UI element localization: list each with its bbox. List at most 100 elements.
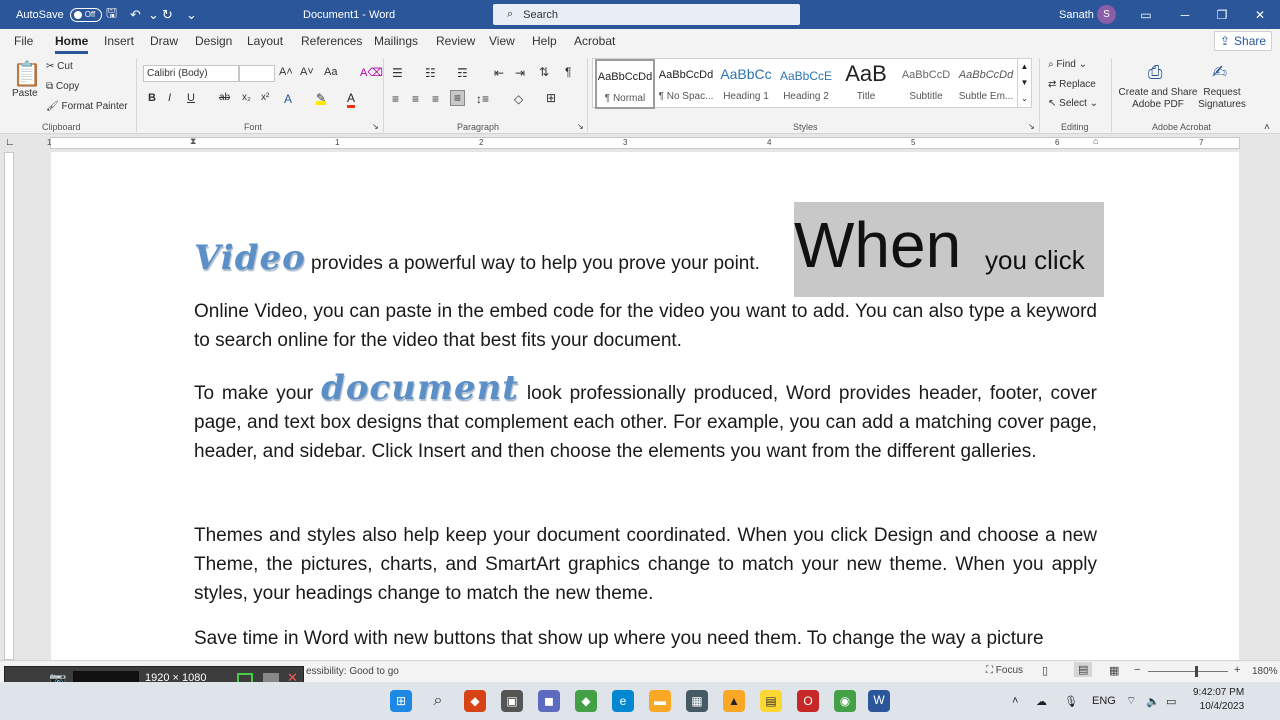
replace-button[interactable]: ⇄ Replace — [1048, 79, 1096, 90]
align-center-icon[interactable]: ≡ — [412, 92, 419, 106]
file-explorer-icon[interactable]: ▬ — [649, 690, 671, 712]
start-icon[interactable]: ⊞ — [390, 690, 412, 712]
highlight-color-icon[interactable]: ✎ — [316, 91, 327, 105]
tab-review[interactable]: Review — [436, 34, 475, 48]
wifi-icon[interactable]: ⌔ — [1126, 682, 1136, 720]
ruler-bar[interactable]: 1 1 2 3 4 5 6 7 ⧗ ⌂ — [47, 136, 1240, 149]
print-layout-icon[interactable]: ▤ — [1074, 662, 1093, 677]
wordart-video[interactable]: Video — [194, 238, 306, 278]
style-no-spacing[interactable]: AaBbCcDd ¶ No Spac... — [656, 59, 716, 109]
search-box[interactable]: ⌕ Search — [493, 4, 800, 25]
taskbar-search-icon[interactable]: ⌕ — [427, 690, 449, 712]
request-signatures-button[interactable]: Request Signatures — [1196, 87, 1248, 111]
align-right-icon[interactable]: ≡ — [432, 92, 439, 106]
font-size-combo[interactable] — [239, 65, 275, 82]
styles-scroll[interactable]: ▲ ▼ ⌄ — [1017, 59, 1031, 107]
autosave-toggle[interactable]: AutoSave Off — [16, 0, 102, 29]
italic-icon[interactable]: I — [168, 92, 171, 104]
style-subtle-emphasis[interactable]: AaBbCcDd Subtle Em... — [956, 59, 1016, 109]
opera-icon[interactable]: O — [797, 690, 819, 712]
restore-icon[interactable]: ❐ — [1204, 0, 1240, 29]
style-subtitle[interactable]: AaBbCcD Subtitle — [896, 59, 956, 109]
change-case-icon[interactable]: Aa — [324, 66, 337, 78]
right-indent-marker-icon[interactable]: ⌂ — [1093, 136, 1098, 146]
styles-dialog-launcher-icon[interactable]: ↘ — [1028, 122, 1035, 131]
style-normal[interactable]: AaBbCcDd ¶ Normal — [595, 59, 655, 109]
bullets-icon[interactable]: ☰ — [392, 66, 403, 80]
redo-icon[interactable]: ↻ — [162, 0, 173, 29]
create-share-pdf-button[interactable]: Create and Share Adobe PDF — [1118, 87, 1198, 111]
sort-icon[interactable]: ⇅ — [539, 65, 549, 79]
save-icon[interactable]: 🖫 — [106, 0, 117, 29]
store-icon[interactable]: ▦ — [686, 690, 708, 712]
close-icon[interactable]: ✕ — [1242, 0, 1278, 29]
create-pdf-icon[interactable]: ⎙ — [1148, 62, 1162, 83]
undo-icon[interactable]: ↶ — [130, 0, 141, 29]
tab-mailings[interactable]: Mailings — [374, 34, 418, 48]
show-hidden-icons-icon[interactable]: ˄ — [1012, 682, 1018, 720]
vertical-ruler-bar[interactable] — [4, 152, 14, 660]
shading-icon[interactable]: ◇ — [514, 92, 523, 106]
borders-icon[interactable]: ⊞ — [546, 91, 556, 105]
wordart-document[interactable]: document — [321, 368, 519, 408]
battery-icon[interactable]: ▭ — [1166, 682, 1176, 720]
font-dialog-launcher-icon[interactable]: ↘ — [372, 122, 379, 131]
avatar[interactable]: S — [1097, 5, 1116, 24]
document-page[interactable]: When you click Video provides a powerful… — [51, 152, 1239, 660]
share-button[interactable]: ⇪ Share — [1214, 31, 1272, 51]
web-layout-icon[interactable]: ▦ — [1109, 664, 1119, 677]
increase-indent-icon[interactable]: ⇥ — [515, 66, 525, 80]
copy-button[interactable]: ⧉ Copy — [46, 81, 79, 92]
tab-view[interactable]: View — [489, 34, 515, 48]
tab-design[interactable]: Design — [195, 34, 232, 48]
style-heading-2[interactable]: AaBbCcE Heading 2 — [776, 59, 836, 109]
onedrive-icon[interactable]: ☁ — [1036, 682, 1047, 720]
subscript-icon[interactable]: x₂ — [242, 92, 251, 103]
style-title[interactable]: AaB Title — [836, 59, 896, 109]
app3-icon[interactable]: ▲ — [723, 690, 745, 712]
zoom-in-icon[interactable]: + — [1234, 664, 1240, 676]
app-icon[interactable]: ◆ — [464, 690, 486, 712]
numbering-icon[interactable]: ☷ — [425, 66, 436, 80]
system-clock[interactable]: 9:42:07 PM 10/4/2023 — [1193, 686, 1244, 714]
request-signatures-icon[interactable]: ✍ — [1212, 62, 1227, 83]
volume-icon[interactable]: 🔈 — [1146, 682, 1160, 720]
justify-icon[interactable]: ≡ — [450, 90, 466, 106]
tab-file[interactable]: File — [14, 34, 33, 48]
line-spacing-icon[interactable]: ↕≡ — [476, 92, 489, 106]
minimize-icon[interactable]: ─ — [1167, 0, 1203, 29]
tab-selector-icon[interactable]: ∟ — [5, 137, 15, 148]
zoom-out-icon[interactable]: − — [1134, 664, 1140, 676]
select-button[interactable]: ↖ Select ⌄ — [1048, 98, 1098, 109]
tray-microphone-icon[interactable]: 🎙 — [1064, 682, 1078, 720]
clear-formatting-icon[interactable]: A⌫ — [360, 66, 383, 79]
chrome-icon[interactable]: ◉ — [834, 690, 856, 712]
collapse-ribbon-icon[interactable]: ˄ — [1264, 122, 1270, 133]
bold-icon[interactable]: B — [148, 92, 156, 104]
focus-button[interactable]: ⛶ Focus — [986, 665, 1023, 676]
font-name-combo[interactable]: Calibri (Body) — [143, 65, 239, 82]
tab-draw[interactable]: Draw — [150, 34, 178, 48]
user-name[interactable]: Sanath — [1059, 0, 1094, 29]
font-color-icon[interactable]: A — [347, 91, 356, 108]
task-view-icon[interactable]: ▣ — [501, 690, 523, 712]
cut-button[interactable]: ✂ Cut — [46, 61, 73, 72]
show-hide-marks-icon[interactable]: ¶ — [565, 65, 571, 79]
read-mode-icon[interactable]: ▯ — [1042, 664, 1048, 677]
customize-qat-icon[interactable]: ⌄ — [186, 0, 197, 29]
paragraph-dialog-launcher-icon[interactable]: ↘ — [577, 122, 584, 131]
word-taskbar-icon[interactable]: W — [868, 690, 890, 712]
find-button[interactable]: ⌕ Find ⌄ — [1048, 59, 1087, 70]
chat-icon[interactable]: ◼ — [538, 690, 560, 712]
autosave-switch[interactable]: Off — [69, 7, 102, 22]
format-painter-button[interactable]: 🖌 Format Painter — [46, 101, 128, 112]
zoom-slider[interactable] — [1148, 671, 1228, 672]
grow-font-icon[interactable]: A˄ — [279, 66, 293, 78]
superscript-icon[interactable]: x² — [261, 92, 269, 103]
undo-dropdown-icon[interactable]: ⌄ — [148, 0, 159, 29]
tab-layout[interactable]: Layout — [247, 34, 283, 48]
strikethrough-icon[interactable]: ab — [219, 92, 230, 103]
language-indicator[interactable]: ENG — [1092, 682, 1116, 720]
edge-icon[interactable]: e — [612, 690, 634, 712]
app2-icon[interactable]: ◆ — [575, 690, 597, 712]
